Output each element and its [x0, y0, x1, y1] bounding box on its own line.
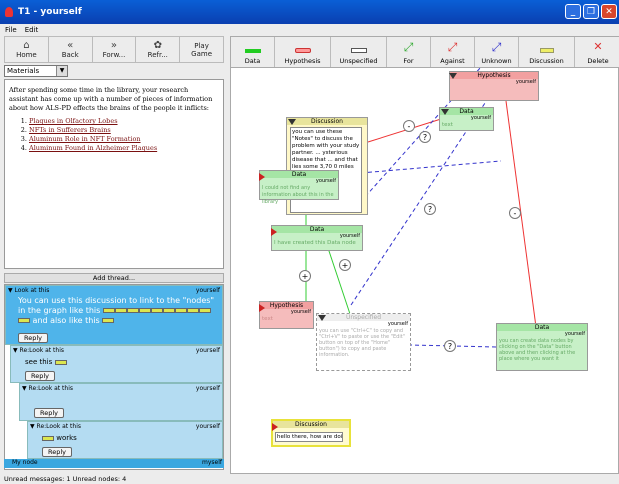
thread-user: yourself: [195, 347, 220, 354]
thread-user: yourself: [195, 287, 220, 294]
doc-link[interactable]: Aluminum Role in NFT Formation: [29, 135, 219, 144]
collapse-icon[interactable]: ▼: [22, 385, 27, 392]
thread-item[interactable]: ▼ Re:Look at this yourself works Reply: [27, 421, 223, 459]
minimize-button[interactable]: _: [565, 4, 581, 19]
thread-header: Re:Look at this: [28, 385, 74, 392]
doc-link[interactable]: Plaques in Olfactory Lobes: [29, 117, 219, 126]
thread-list: ▼ Look at this yourself You can use this…: [4, 284, 224, 470]
thread-message: works: [42, 434, 77, 442]
thread-item[interactable]: ▼ Re:Look at this yourself Reply: [19, 383, 223, 421]
doc-link[interactable]: NFTs in Sufferers Brains: [29, 126, 219, 135]
thread-item-mynode[interactable]: My node myself: [4, 459, 224, 468]
nav-toolbar: ⌂ Home «Back » Forw... ✿ Refr... Play Game: [4, 36, 224, 63]
data-node[interactable]: Data yourself I could not find any infor…: [259, 170, 339, 205]
node-collapse-icon[interactable]: [259, 304, 265, 312]
collapse-icon[interactable]: ▼: [30, 423, 35, 430]
link-label[interactable]: ?: [419, 131, 431, 143]
link-label[interactable]: +: [339, 259, 351, 271]
unspecified-node[interactable]: Unspecified yourself you can use "Ctrl+C…: [316, 313, 411, 371]
refresh-button[interactable]: ✿ Refr...: [136, 37, 181, 62]
thread-user: yourself: [195, 423, 220, 430]
node-collapse-icon[interactable]: [449, 73, 457, 79]
collapse-icon[interactable]: ▼: [8, 287, 13, 294]
maximize-button[interactable]: ❐: [583, 4, 599, 19]
link-label[interactable]: +: [299, 270, 311, 282]
materials-select[interactable]: Materials ▼: [4, 65, 68, 77]
add-thread-button[interactable]: Add thread...: [4, 273, 224, 283]
node-collapse-icon[interactable]: [259, 173, 265, 181]
link-label[interactable]: ?: [444, 340, 456, 352]
back-icon: «: [67, 39, 74, 51]
node-collapse-icon[interactable]: [318, 315, 326, 321]
node-collapse-icon[interactable]: [271, 228, 277, 236]
thread-item[interactable]: ▼ Look at this yourself You can use this…: [5, 285, 223, 345]
app-icon: [5, 7, 13, 17]
window-title: T1 - yourself: [18, 7, 82, 17]
hypothesis-node[interactable]: Hypothesis yourself: [449, 71, 539, 101]
node-collapse-icon[interactable]: [441, 109, 449, 115]
link-label[interactable]: -: [509, 207, 521, 219]
doc-link[interactable]: Aluminum Found in Alzheimer Plaques: [29, 144, 219, 153]
reply-button[interactable]: Reply: [18, 333, 48, 343]
discussion-input[interactable]: hello there, how are doi: [275, 432, 343, 442]
thread-message: You can use this discussion to link to t…: [18, 296, 215, 325]
data-node[interactable]: Data yourself text: [439, 107, 494, 131]
graph-links: [305, 66, 537, 348]
hypothesis-node[interactable]: Hypothesis yourself text: [259, 301, 314, 329]
collapse-icon[interactable]: ▼: [13, 347, 18, 354]
doc-paragraph: After spending some time in the library,…: [9, 86, 213, 112]
reply-button[interactable]: Reply: [34, 408, 64, 418]
status-bar: Unread messages: 1 Unread nodes: 4: [4, 475, 127, 483]
menu-file[interactable]: File: [5, 26, 17, 34]
graph-panel: Data Hypothesis Unspecified ⤢ For ⤢ Agains…: [230, 36, 619, 474]
title-bar: T1 - yourself _ ❐ ✕: [0, 0, 619, 24]
back-button[interactable]: «Back: [49, 37, 93, 62]
thread-header: Re:Look at this: [36, 423, 82, 430]
thread-item[interactable]: ▼ Re:Look at this yourself see this Repl…: [10, 345, 223, 383]
reply-button[interactable]: Reply: [42, 447, 72, 457]
node-collapse-icon[interactable]: [272, 423, 278, 431]
close-button[interactable]: ✕: [601, 4, 617, 19]
refresh-icon: ✿: [153, 39, 162, 51]
reply-button[interactable]: Reply: [25, 371, 55, 381]
thread-header: Look at this: [14, 287, 50, 294]
materials-document: After spending some time in the library,…: [4, 79, 224, 269]
menu-bar: File Edit: [0, 24, 619, 35]
discussion-node[interactable]: Discussion hello there, how are doi: [271, 419, 351, 447]
thread-header: Re:Look at this: [19, 347, 65, 354]
data-node[interactable]: Data yourself you can create data nodes …: [496, 323, 588, 371]
link-label[interactable]: ?: [424, 203, 436, 215]
chevron-down-icon: ▼: [56, 66, 67, 76]
home-button[interactable]: ⌂ Home: [5, 37, 49, 62]
link-label[interactable]: -: [403, 120, 415, 132]
menu-edit[interactable]: Edit: [25, 26, 39, 34]
forward-button[interactable]: » Forw...: [93, 37, 137, 62]
home-icon: ⌂: [23, 39, 30, 51]
thread-message: see this: [25, 358, 67, 366]
thread-user: yourself: [195, 385, 220, 392]
play-game-button[interactable]: Play Game: [180, 37, 223, 62]
node-collapse-icon[interactable]: [288, 119, 296, 125]
left-panel: ⌂ Home «Back » Forw... ✿ Refr... Play Game …: [4, 36, 224, 269]
forward-icon: »: [110, 39, 118, 51]
data-node[interactable]: Data yourself I have created this Data n…: [271, 225, 363, 251]
